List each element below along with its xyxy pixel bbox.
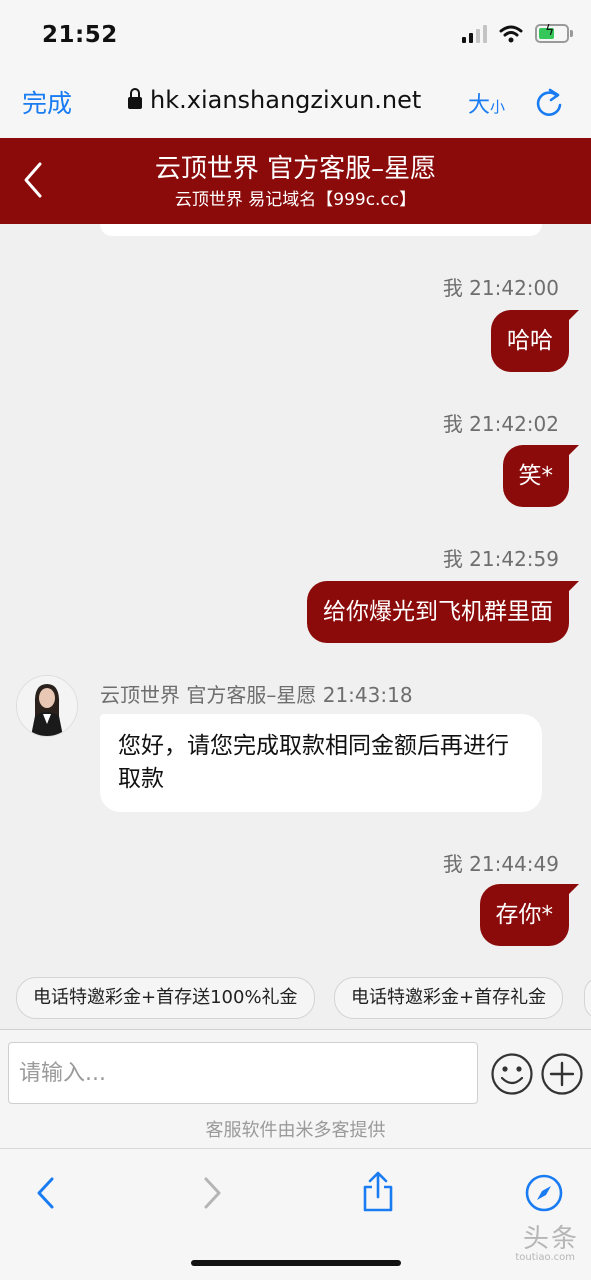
wifi-icon xyxy=(499,25,523,42)
message-meta: 我 21:42:02 xyxy=(442,412,559,436)
chat-header: 云顶世界 官方客服–星愿 云顶世界 易记域名【999c.cc】 xyxy=(0,138,591,224)
text-size-big-label: 大 xyxy=(468,93,491,118)
battery-icon: ϟ xyxy=(535,23,573,43)
browser-url-bar: 完成 hk.xianshangzixun.net 大小 xyxy=(0,70,591,138)
message-meta: 我 21:42:00 xyxy=(442,276,559,300)
agent-avatar-image xyxy=(17,676,77,736)
chat-messages[interactable]: 我 21:42:00 哈哈 我 21:42:02 笑* 我 21:42:59 给… xyxy=(0,224,591,969)
status-icons: ϟ xyxy=(462,23,573,43)
home-indicator xyxy=(191,1260,401,1266)
message-bubble-sent: 哈哈 xyxy=(491,310,579,372)
quick-reply-chip[interactable]: 电话特邀彩金+首存送100%礼金 xyxy=(16,977,315,1019)
emoji-icon[interactable] xyxy=(490,1052,534,1096)
forward-icon[interactable] xyxy=(200,1173,226,1213)
message-input[interactable] xyxy=(8,1042,478,1104)
message-bubble-sent: 给你爆光到飞机群里面 xyxy=(307,581,579,643)
message-meta: 我 21:42:59 xyxy=(442,547,559,571)
message-meta: 云顶世界 官方客服–星愿 21:43:18 xyxy=(100,683,413,707)
powered-by-text: 客服软件由米多客提供 xyxy=(205,1120,386,1141)
back-icon[interactable] xyxy=(32,1173,58,1213)
message-bubble-sent: 笑* xyxy=(502,445,579,507)
cellular-signal-icon xyxy=(462,24,487,43)
reload-icon[interactable] xyxy=(534,86,564,118)
address-field[interactable]: hk.xianshangzixun.net xyxy=(128,86,421,114)
message-bubble-sent: 存你* xyxy=(479,884,579,946)
message-meta: 我 21:44:49 xyxy=(442,852,559,876)
compass-icon[interactable] xyxy=(524,1173,564,1213)
status-time: 21:52 xyxy=(42,22,118,48)
chat-subtitle: 云顶世界 易记域名【999c.cc】 xyxy=(174,190,417,210)
plus-icon[interactable] xyxy=(540,1052,584,1096)
agent-avatar[interactable] xyxy=(16,675,78,737)
done-button[interactable]: 完成 xyxy=(22,84,72,120)
quick-reply-bar: 电话特邀彩金+首存送100%礼金 电话特邀彩金+首存礼金 xyxy=(0,969,591,1029)
status-bar: 21:52 ϟ xyxy=(0,0,591,70)
quick-reply-chip-partial[interactable] xyxy=(584,977,591,1019)
quick-reply-chip[interactable]: 电话特邀彩金+首存礼金 xyxy=(334,977,564,1019)
text-size-small-label: 小 xyxy=(490,98,506,116)
lock-icon xyxy=(128,88,142,109)
text-size-button[interactable]: 大小 xyxy=(468,87,505,119)
url-text: hk.xianshangzixun.net xyxy=(150,86,422,114)
watermark: 头条 toutiao.com xyxy=(515,1224,579,1263)
share-icon[interactable] xyxy=(360,1169,396,1213)
chat-title: 云顶世界 官方客服–星愿 xyxy=(154,154,437,184)
message-bubble-received: 您好，请您完成取款相同金额后再进行取款 xyxy=(100,714,542,812)
previous-message-bubble xyxy=(100,224,542,236)
composer: 客服软件由米多客提供 xyxy=(0,1030,591,1148)
